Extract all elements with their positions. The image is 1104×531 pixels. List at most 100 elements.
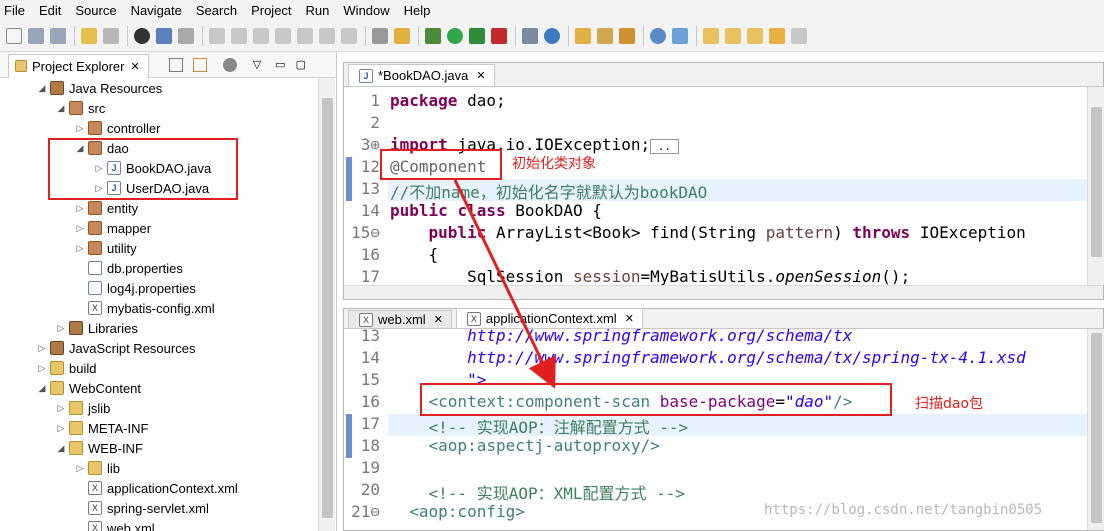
new-icon[interactable] <box>6 27 22 44</box>
editor-scrollbar[interactable] <box>1087 329 1104 530</box>
tree-item[interactable]: db.properties <box>0 258 318 278</box>
open-folder-icon[interactable] <box>575 27 591 44</box>
pen-icon[interactable] <box>619 27 635 44</box>
explorer-scrollbar[interactable] <box>318 78 335 531</box>
code-line[interactable]: package dao; <box>390 91 506 110</box>
menu-source[interactable]: Source <box>75 3 116 18</box>
code-line[interactable]: public class BookDAO { <box>390 201 602 220</box>
debug-icon[interactable] <box>425 27 441 44</box>
format-icon[interactable] <box>394 27 410 44</box>
resume-icon[interactable] <box>209 27 225 44</box>
run-server-icon[interactable] <box>469 27 485 44</box>
tab-applicationcontext-xml[interactable]: X applicationContext.xml ✕ <box>455 308 643 328</box>
collapsed-arrow-icon[interactable]: ▷ <box>74 123 86 134</box>
run-icon[interactable] <box>447 27 463 44</box>
code-line[interactable]: <aop:aspectj-autoproxy/> <box>390 436 660 455</box>
filter-icon[interactable] <box>372 27 388 44</box>
close-icon[interactable]: ✕ <box>130 60 139 73</box>
collapsed-arrow-icon[interactable]: ▷ <box>55 403 67 414</box>
menu-navigate[interactable]: Navigate <box>131 3 182 18</box>
tree-item[interactable]: ▷ JavaScript Resources <box>0 338 318 358</box>
close-icon[interactable]: ✕ <box>625 312 634 325</box>
tab-project-explorer[interactable]: Project Explorer ✕ <box>8 53 149 78</box>
tree-item[interactable]: Xmybatis-config.xml <box>0 298 318 318</box>
tree-item[interactable]: ◢ Java Resources <box>0 78 318 98</box>
new-server-icon[interactable] <box>522 27 538 44</box>
menu-file[interactable]: File <box>4 3 25 18</box>
tree-item[interactable]: ▷ lib <box>0 458 318 478</box>
expanded-arrow-icon[interactable]: ◢ <box>55 103 67 114</box>
collapsed-arrow-icon[interactable]: ▷ <box>55 423 67 434</box>
code-line[interactable]: { <box>390 245 439 264</box>
tab-web-xml[interactable]: X web.xml ✕ <box>348 310 452 328</box>
tree-item[interactable]: ▷ META-INF <box>0 418 318 438</box>
tree-item[interactable]: ▷ entity <box>0 198 318 218</box>
tree-item[interactable]: ◢ WEB-INF <box>0 438 318 458</box>
collapsed-arrow-icon[interactable]: ▷ <box>36 363 48 374</box>
code-line[interactable]: <!-- 实现AOP：XML配置方式 --> <box>390 480 686 504</box>
open-task-icon[interactable] <box>597 27 613 44</box>
external-tools-icon[interactable] <box>491 27 507 44</box>
step-over-icon[interactable] <box>319 27 335 44</box>
minimize-icon[interactable]: ▭ <box>275 58 285 71</box>
code-line[interactable]: <aop:config> <box>390 502 525 521</box>
collapsed-arrow-icon[interactable]: ▷ <box>74 203 86 214</box>
focus-icon[interactable] <box>222 57 237 72</box>
close-icon[interactable]: ✕ <box>476 69 485 82</box>
code-line[interactable]: SqlSession session=MyBatisUtils.openSess… <box>390 267 910 285</box>
menu-window[interactable]: Window <box>343 3 389 18</box>
terminate-icon[interactable] <box>253 27 269 44</box>
task-icon[interactable] <box>134 27 150 44</box>
tree-item[interactable]: ▷ jslib <box>0 398 318 418</box>
code-line[interactable]: http://www.springframework.org/schema/tx <box>390 329 852 345</box>
view-menu-icon[interactable]: ▽ <box>253 58 261 71</box>
menu-project[interactable]: Project <box>251 3 291 18</box>
save-all-icon[interactable] <box>50 27 66 44</box>
code-line[interactable]: <!-- 实现AOP：注解配置方式 --> <box>390 414 689 438</box>
tree-item[interactable]: ◢ WebContent <box>0 378 318 398</box>
new-class-icon[interactable] <box>544 27 560 44</box>
prev-annotation-icon[interactable] <box>725 27 741 44</box>
menu-edit[interactable]: Edit <box>39 3 61 18</box>
tree-item[interactable]: ▷ controller <box>0 118 318 138</box>
collapsed-arrow-icon[interactable]: ▷ <box>74 243 86 254</box>
editor-hscrollbar[interactable] <box>344 285 1103 299</box>
skip-breakpoints-icon[interactable] <box>178 27 194 44</box>
save-icon[interactable] <box>28 27 44 44</box>
link-editor-icon[interactable] <box>192 57 207 72</box>
console-icon[interactable] <box>156 27 172 44</box>
tree-item[interactable]: ▷ mapper <box>0 218 318 238</box>
code-line[interactable]: //不加name，初始化名字就默认为bookDAO <box>390 179 707 203</box>
step-into-icon[interactable] <box>297 27 313 44</box>
step-return-icon[interactable] <box>341 27 357 44</box>
collapse-all-icon[interactable] <box>168 57 183 72</box>
tree-item[interactable]: log4j.properties <box>0 278 318 298</box>
collapsed-arrow-icon[interactable]: ▷ <box>74 463 86 474</box>
last-edit-icon[interactable] <box>747 27 763 44</box>
expanded-arrow-icon[interactable]: ◢ <box>36 83 48 94</box>
tree-item[interactable]: ◢ src <box>0 98 318 118</box>
disconnect-icon[interactable] <box>275 27 291 44</box>
menu-help[interactable]: Help <box>404 3 431 18</box>
collapsed-arrow-icon[interactable]: ▷ <box>36 343 48 354</box>
globe-icon[interactable] <box>650 27 666 44</box>
maximize-icon[interactable]: ▢ <box>296 58 306 71</box>
tree-item[interactable]: XapplicationContext.xml <box>0 478 318 498</box>
code-line[interactable]: public ArrayList<Book> find(String patte… <box>390 223 1026 242</box>
menu-run[interactable]: Run <box>306 3 330 18</box>
open-type-icon[interactable] <box>81 27 97 44</box>
code-area[interactable]: 13 http://www.springframework.org/schema… <box>344 329 1089 530</box>
tree-item[interactable]: Xspring-servlet.xml <box>0 498 318 518</box>
tree-item[interactable]: Xweb.xml <box>0 518 318 531</box>
tab-bookdao[interactable]: J *BookDAO.java ✕ <box>348 64 495 86</box>
expanded-arrow-icon[interactable]: ◢ <box>55 443 67 454</box>
tree-item[interactable]: ▷ build <box>0 358 318 378</box>
search-icon[interactable] <box>672 27 688 44</box>
collapsed-arrow-icon[interactable]: ▷ <box>74 223 86 234</box>
open-resource-icon[interactable] <box>103 27 119 44</box>
menu-search[interactable]: Search <box>196 3 237 18</box>
code-line[interactable]: http://www.springframework.org/schema/tx… <box>390 348 1026 367</box>
editor-scrollbar[interactable] <box>1087 87 1104 285</box>
code-area[interactable]: 1 package dao; 2 3⊕ import java.io.IOExcepti… <box>344 87 1089 285</box>
tree-item[interactable]: ▷ utility <box>0 238 318 258</box>
